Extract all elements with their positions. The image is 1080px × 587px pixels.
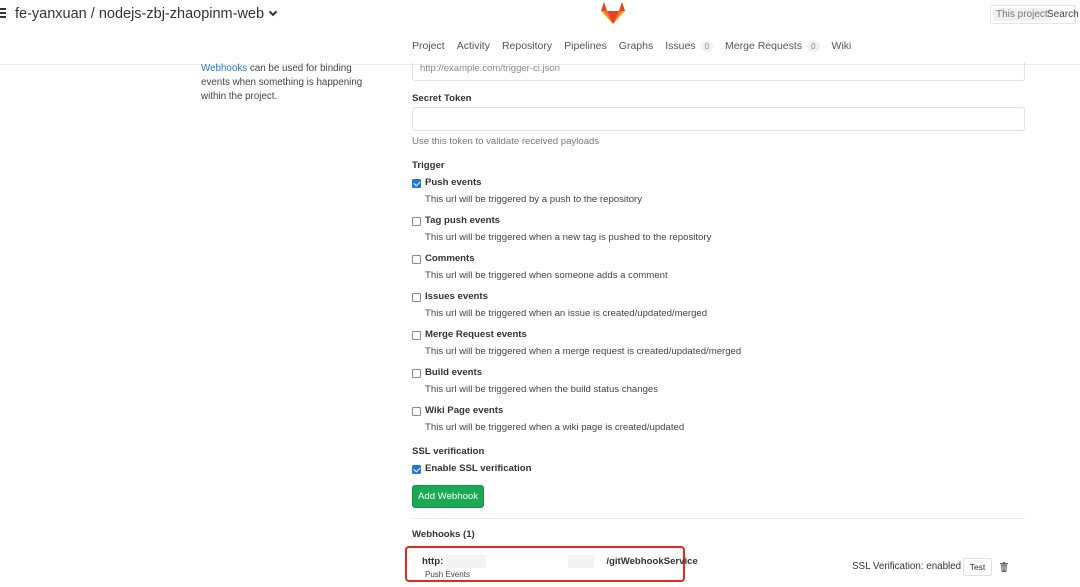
issues-events-checkbox[interactable] xyxy=(412,293,421,302)
url-placeholder: http://example.com/trigger-ci.json xyxy=(420,63,560,74)
search-input[interactable]: This project Search xyxy=(990,5,1079,24)
push-events-label[interactable]: Push events xyxy=(425,177,482,188)
comments-label[interactable]: Comments xyxy=(425,253,475,264)
tag-push-events-label[interactable]: Tag push events xyxy=(425,215,500,226)
secret-token-help: Use this token to validate received payl… xyxy=(412,136,600,147)
nav-item-wiki[interactable]: Wiki xyxy=(832,40,852,52)
ssl-verification-label: SSL verification xyxy=(412,446,485,457)
redacted-region xyxy=(568,555,595,568)
ssl-verification-checkbox[interactable] xyxy=(412,465,421,474)
trash-icon[interactable] xyxy=(1000,562,1008,572)
secret-token-label: Secret Token xyxy=(412,93,472,104)
issues-count-badge: 0 xyxy=(700,40,714,52)
test-webhook-button[interactable]: Test xyxy=(963,558,992,576)
nav-item-project[interactable]: Project xyxy=(412,40,445,52)
issues-events-label[interactable]: Issues events xyxy=(425,291,488,302)
redacted-region xyxy=(446,555,487,568)
push-events-checkbox[interactable] xyxy=(412,179,421,188)
wiki-page-events-help: This url will be triggered when a wiki p… xyxy=(425,422,685,433)
add-webhook-button[interactable]: Add Webhook xyxy=(412,485,484,508)
webhook-events: Push Events xyxy=(425,570,470,579)
top-bar: fe-yanxuan / nodejs-zbj-zhaopinm-web Thi… xyxy=(0,0,1080,30)
wiki-page-events-checkbox[interactable] xyxy=(412,407,421,416)
issues-events-help: This url will be triggered when an issue… xyxy=(425,308,708,319)
nav-item-repository[interactable]: Repository xyxy=(502,40,552,52)
build-events-help: This url will be triggered when the buil… xyxy=(425,384,659,395)
nav-item-graphs[interactable]: Graphs xyxy=(619,40,653,52)
webhook-url-prefix: http: xyxy=(422,556,444,568)
comments-help: This url will be triggered when someone … xyxy=(425,270,668,281)
gitlab-logo-icon[interactable] xyxy=(600,0,626,26)
webhooks-list-title: Webhooks (1) xyxy=(412,529,475,540)
ssl-verification-checkbox-label[interactable]: Enable SSL verification xyxy=(425,463,531,474)
webhook-url: http: /gitWebhookService xyxy=(422,555,698,568)
menu-icon[interactable] xyxy=(0,8,6,20)
tag-push-events-checkbox[interactable] xyxy=(412,217,421,226)
section-divider xyxy=(412,518,1025,519)
webhook-url-suffix: /gitWebhookService xyxy=(606,556,698,568)
trigger-label: Trigger xyxy=(412,160,445,171)
search-scope-badge[interactable]: This project xyxy=(993,8,1051,21)
wiki-page-events-label[interactable]: Wiki Page events xyxy=(425,405,503,416)
secret-token-field[interactable] xyxy=(412,107,1025,131)
project-nav: Project Activity Repository Pipelines Gr… xyxy=(412,40,863,52)
comments-checkbox[interactable] xyxy=(412,255,421,264)
merge-request-events-help: This url will be triggered when a merge … xyxy=(425,346,742,357)
build-events-checkbox[interactable] xyxy=(412,369,421,378)
merge-request-events-checkbox[interactable] xyxy=(412,331,421,340)
webhook-ssl-status: SSL Verification: enabled xyxy=(852,561,962,572)
nav-item-merge-requests[interactable]: Merge Requests 0 xyxy=(725,40,820,52)
chevron-down-icon[interactable] xyxy=(268,7,278,17)
nav-item-issues[interactable]: Issues 0 xyxy=(665,40,714,52)
project-title[interactable]: fe-yanxuan / nodejs-zbj-zhaopinm-web xyxy=(15,6,278,22)
push-events-help: This url will be triggered by a push to … xyxy=(425,194,643,205)
webhooks-docs-link[interactable]: Webhooks xyxy=(201,63,247,74)
merge-request-events-label[interactable]: Merge Request events xyxy=(425,329,527,340)
tag-push-events-help: This url will be triggered when a new ta… xyxy=(425,232,712,243)
search-placeholder: Search xyxy=(1047,9,1079,20)
nav-item-pipelines[interactable]: Pipelines xyxy=(564,40,607,52)
project-title-text[interactable]: fe-yanxuan / nodejs-zbj-zhaopinm-web xyxy=(15,6,264,22)
url-field[interactable]: http://example.com/trigger-ci.json xyxy=(412,62,1025,81)
webhooks-description: Webhooks can be used for binding events … xyxy=(201,62,381,104)
merge-requests-count-badge: 0 xyxy=(807,40,820,52)
nav-item-activity[interactable]: Activity xyxy=(457,40,490,52)
build-events-label[interactable]: Build events xyxy=(425,367,482,378)
